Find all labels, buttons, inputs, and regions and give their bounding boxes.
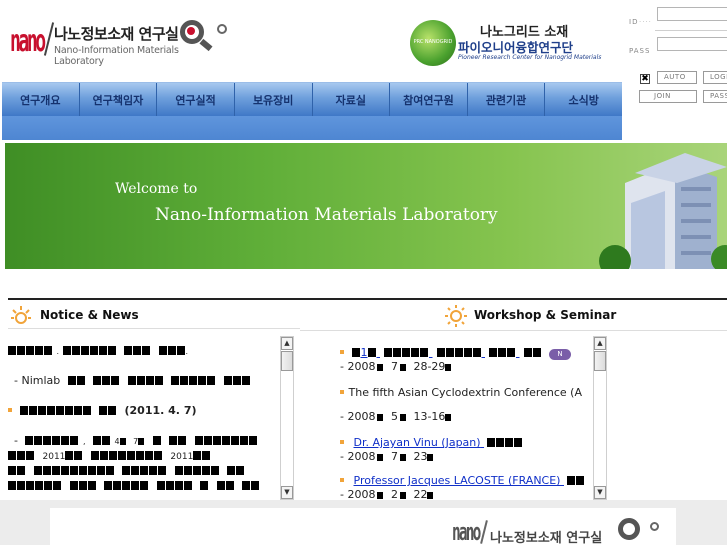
notice-year-1: 2011 bbox=[42, 452, 66, 462]
sun-icon bbox=[11, 306, 31, 324]
nav-item-related[interactable]: 관련기관 bbox=[468, 83, 546, 116]
workshop-item-4[interactable]: Professor Jacques LACOSTE (FRANCE) bbox=[340, 474, 585, 487]
notice-item-2[interactable]: - Nimlab bbox=[8, 374, 251, 387]
magnifier-dot-icon bbox=[187, 27, 195, 35]
workshop-item-1[interactable]: 1 N bbox=[340, 346, 571, 360]
workshop-item-4-link[interactable]: Professor Jacques LACOSTE (FRANCE) bbox=[354, 474, 585, 487]
workshop-top-rule bbox=[300, 298, 727, 300]
workshop-list: 1 N - 2008 7 28-29 The fifth Asian Cyclo… bbox=[340, 338, 594, 500]
workshop-item-4-date: - 2008 2 22 bbox=[340, 488, 434, 500]
footer-ring-icon bbox=[650, 522, 659, 531]
workshop-item-1-link[interactable]: 1 bbox=[351, 346, 542, 359]
nav-item-archive[interactable]: 자료실 bbox=[313, 83, 391, 116]
nav-item-overview[interactable]: 연구개요 bbox=[2, 83, 80, 116]
partner-badge-text: PRC NANOGRID bbox=[413, 39, 453, 45]
workshop-scroll-up-icon[interactable]: ▲ bbox=[594, 337, 606, 350]
notice-bullet bbox=[8, 408, 12, 412]
workshop-bullet bbox=[340, 390, 344, 394]
notice-item-1[interactable]: . . bbox=[8, 344, 188, 357]
nav-sub-band bbox=[2, 116, 622, 140]
notice-item-4-cont-3 bbox=[8, 479, 260, 492]
workshop-item-2[interactable]: The fifth Asian Cyclodextrin Conference … bbox=[340, 386, 582, 399]
workshop-item-3-link[interactable]: Dr. Ajayan Vinu (Japan) bbox=[354, 436, 524, 449]
notice-scroll-up-icon[interactable]: ▲ bbox=[281, 337, 293, 350]
welcome-banner: Welcome to Nano-Information Materials La… bbox=[5, 143, 727, 269]
lab-logo[interactable]: nano 나노정보소재 연구실 Nano-Information Materia… bbox=[10, 18, 230, 68]
workshop-bullet bbox=[340, 478, 344, 482]
login-button[interactable]: LOGIN bbox=[703, 71, 727, 84]
id-label: ID bbox=[629, 18, 639, 26]
workshop-item-2-date: - 2008 5 13-16 bbox=[340, 410, 452, 423]
workshop-bullet bbox=[340, 440, 344, 444]
notice-item-4-cont-1: 2011 2011 bbox=[8, 449, 211, 462]
nav-item-equipment[interactable]: 보유장비 bbox=[235, 83, 313, 116]
login-divider bbox=[655, 30, 727, 31]
password-input[interactable] bbox=[657, 37, 727, 51]
id-input[interactable] bbox=[657, 7, 727, 21]
footer: nano 나노정보소재 연구실 bbox=[50, 508, 676, 545]
logo-mark: nano bbox=[10, 24, 46, 59]
banner-lab-name: Nano-Information Materials Laboratory bbox=[155, 205, 498, 225]
auto-login-checkbox[interactable]: ✖ bbox=[640, 74, 650, 84]
workshop-item-1-date: - 2008 7 28-29 bbox=[340, 360, 452, 373]
logo-slash bbox=[43, 22, 55, 56]
pass-label: PASS bbox=[629, 47, 651, 55]
find-password-button[interactable]: PASS bbox=[703, 90, 727, 103]
login-panel: ID ···· PASS ✖ AUTO LOGIN JOIN PASS bbox=[625, 0, 727, 140]
notice-item-4[interactable]: - , 4 7 bbox=[8, 434, 258, 447]
logo-title-kr: 나노정보소재 연구실 bbox=[54, 25, 179, 43]
nav-item-news[interactable]: 소식방 bbox=[545, 83, 622, 116]
workshop-item-3-date: - 2008 7 23 bbox=[340, 450, 434, 463]
workshop-scroll-thumb[interactable] bbox=[594, 351, 606, 371]
workshop-title: Workshop & Seminar bbox=[474, 308, 617, 322]
main-nav: 연구개요 연구책임자 연구실적 보유장비 자료실 참여연구원 관련기관 소식방 bbox=[2, 82, 622, 116]
nav-item-achievements[interactable]: 연구실적 bbox=[157, 83, 235, 116]
footer-logo-mark: nano bbox=[452, 518, 481, 545]
building-illustration bbox=[599, 153, 727, 269]
nav-item-director[interactable]: 연구책임자 bbox=[80, 83, 158, 116]
notice-item-3-date: (2011. 4. 7) bbox=[124, 404, 197, 417]
footer-logo-title: 나노정보소재 연구실 bbox=[490, 531, 603, 545]
id-dots: ···· bbox=[639, 18, 652, 26]
notice-item-2-prefix: - Nimlab bbox=[14, 374, 61, 387]
workshop-scrollbar[interactable]: ▲ ▼ bbox=[593, 336, 607, 500]
footer-magnifier-icon bbox=[618, 518, 640, 540]
banner-welcome: Welcome to bbox=[115, 181, 198, 197]
sun-icon-2 bbox=[445, 305, 467, 327]
notice-scrollbar[interactable]: ▲ ▼ bbox=[280, 336, 294, 500]
workshop-scroll-down-icon[interactable]: ▼ bbox=[594, 486, 606, 499]
footer-logo-slash bbox=[480, 520, 488, 544]
notice-top-rule bbox=[8, 298, 300, 300]
notice-divider bbox=[8, 328, 300, 329]
notice-title: Notice & News bbox=[40, 308, 139, 322]
ring-icon bbox=[217, 24, 227, 34]
partner-title-3: Pioneer Research Center for Nanogrid Mat… bbox=[458, 54, 602, 61]
workshop-bullet bbox=[340, 350, 344, 354]
workshop-item-3[interactable]: Dr. Ajayan Vinu (Japan) bbox=[340, 436, 523, 449]
auto-login-button[interactable]: AUTO bbox=[657, 71, 697, 84]
notice-item-4-cont-2 bbox=[8, 464, 245, 477]
notice-year-2: 2011 bbox=[170, 452, 194, 462]
notice-item-3[interactable]: (2011. 4. 7) bbox=[8, 404, 197, 417]
workshop-divider bbox=[300, 330, 727, 331]
partner-logo[interactable]: PRC NANOGRID 나노그리드 소재 파이오니어융합연구단 Pioneer… bbox=[410, 18, 610, 74]
notice-scroll-down-icon[interactable]: ▼ bbox=[281, 486, 293, 499]
notice-list: . . - Nimlab (2011. 4. 7) - , 4 7 2011 2… bbox=[8, 338, 280, 500]
logo-title-en: Nano-Information Materials Laboratory bbox=[54, 45, 179, 67]
notice-scroll-thumb[interactable] bbox=[281, 351, 293, 371]
partner-badge-icon: PRC NANOGRID bbox=[410, 20, 456, 66]
join-button[interactable]: JOIN bbox=[639, 90, 697, 103]
new-badge: N bbox=[549, 349, 571, 360]
nav-item-members[interactable]: 참여연구원 bbox=[390, 83, 468, 116]
